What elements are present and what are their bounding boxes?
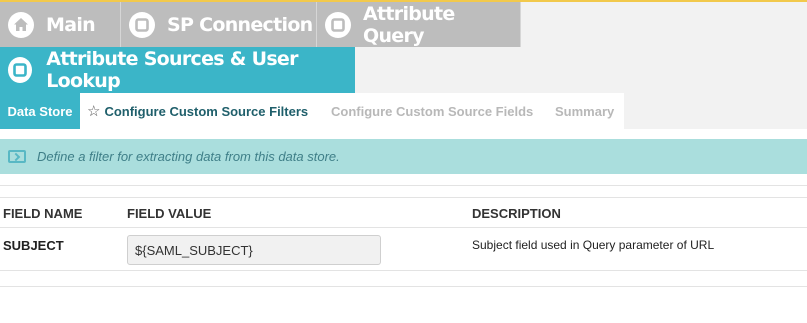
step-configure-custom-source-filters[interactable]: ☆ Configure Custom Source Filters bbox=[87, 93, 308, 129]
divider bbox=[0, 286, 807, 287]
divider bbox=[0, 185, 807, 186]
divider bbox=[0, 197, 807, 198]
field-value-input[interactable] bbox=[127, 235, 381, 265]
info-banner-text: Define a filter for extracting data from… bbox=[37, 149, 340, 164]
nav-tab-main[interactable]: Main bbox=[0, 2, 121, 47]
nav-tab-attribute-query-label: Attribute Query bbox=[363, 2, 455, 47]
home-icon bbox=[8, 11, 34, 38]
divider bbox=[0, 270, 807, 271]
step-summary[interactable]: Summary bbox=[555, 93, 614, 129]
stop-circle-icon bbox=[8, 57, 33, 83]
info-banner: Define a filter for extracting data from… bbox=[0, 139, 807, 174]
step-configure-custom-source-fields[interactable]: Configure Custom Source Fields bbox=[331, 93, 533, 129]
step-data-store[interactable]: Data Store bbox=[0, 93, 80, 129]
star-icon: ☆ bbox=[87, 103, 101, 120]
nav-tab-sp-connection[interactable]: SP Connection bbox=[121, 2, 317, 47]
nav-tab-sp-connection-label: SP Connection bbox=[167, 13, 313, 36]
field-name-cell: SUBJECT bbox=[3, 238, 64, 253]
column-header-field-value: FIELD VALUE bbox=[127, 206, 212, 221]
step-configure-fields-label: Configure Custom Source Fields bbox=[331, 103, 534, 119]
field-description-cell: Subject field used in Query parameter of… bbox=[472, 238, 715, 252]
info-icon bbox=[8, 150, 26, 163]
divider bbox=[0, 227, 807, 228]
column-header-field-name: FIELD NAME bbox=[3, 206, 83, 221]
wizard-steps-bar: Data Store ☆ Configure Custom Source Fil… bbox=[0, 93, 807, 129]
nav-tab-current-label: Attribute Sources & User Lookup bbox=[46, 48, 298, 92]
step-data-store-label: Data Store bbox=[7, 103, 73, 119]
nav-tab-attribute-sources-user-lookup[interactable]: Attribute Sources & User Lookup bbox=[0, 47, 355, 93]
column-header-description: DESCRIPTION bbox=[472, 206, 561, 221]
stop-circle-icon bbox=[325, 11, 351, 38]
step-configure-filters-label: Configure Custom Source Filters bbox=[104, 103, 309, 119]
step-summary-label: Summary bbox=[555, 103, 615, 119]
stop-circle-icon bbox=[129, 11, 155, 38]
nav-tab-attribute-query[interactable]: Attribute Query bbox=[317, 2, 521, 47]
nav-tab-main-label: Main bbox=[46, 13, 96, 36]
